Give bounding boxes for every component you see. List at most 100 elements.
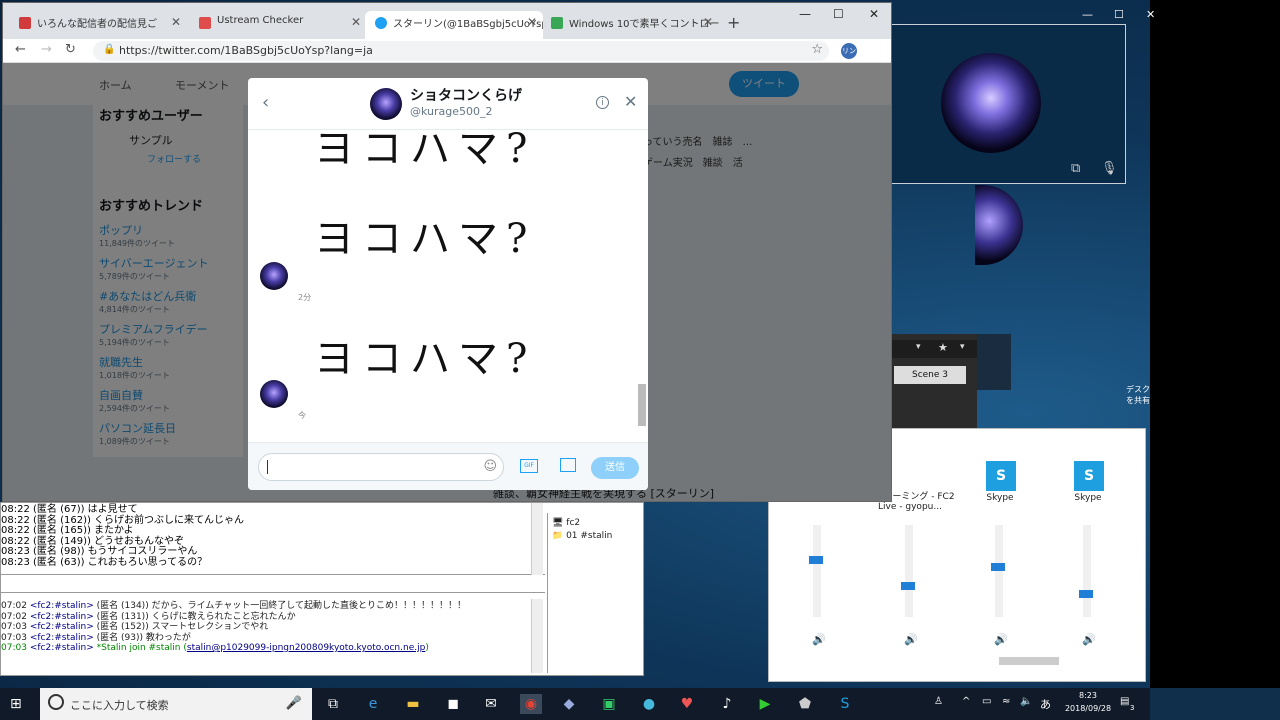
switch-camera-icon[interactable]: ⧉ — [1071, 161, 1080, 176]
app-icon[interactable]: ▣ — [598, 694, 620, 714]
volume-slider-knob[interactable] — [991, 563, 1005, 572]
store-icon[interactable]: ◼ — [442, 694, 464, 714]
new-tab-button[interactable]: + — [727, 13, 740, 32]
chat-input[interactable] — [1, 577, 545, 593]
video-preview-panel: ⧉ 🎙 — [856, 24, 1126, 184]
conversation-scrollbar[interactable] — [636, 134, 646, 434]
shield-icon[interactable]: ⬟ — [794, 694, 816, 714]
file-explorer-icon[interactable]: ▬ — [402, 694, 424, 714]
network-icon[interactable]: ▭ — [982, 696, 991, 707]
task-view-icon[interactable]: ⧉ — [322, 694, 344, 714]
maximize-icon[interactable]: ☐ — [1114, 8, 1124, 21]
windows-start-icon[interactable]: ⊞ — [10, 696, 22, 712]
browser-tab[interactable]: Ustream Checker ✕ — [189, 11, 367, 39]
edge-icon[interactable]: e — [362, 694, 384, 714]
wifi-icon[interactable]: ≈ — [1002, 696, 1010, 707]
taskbar-clock[interactable]: 8:23 2018/09/28 — [1060, 689, 1116, 715]
chrome-icon[interactable]: ◉ — [520, 694, 542, 714]
chat-scrollbar[interactable] — [531, 503, 543, 575]
chat-line: 08:23 (匿名 (98)) もうサイコスリラーやん — [1, 546, 198, 557]
close-tab-icon[interactable]: ✕ — [527, 15, 537, 29]
emoji-icon[interactable]: ☺ — [483, 459, 497, 474]
app-icon[interactable]: ▶ — [754, 694, 776, 714]
chat-app-icon[interactable]: ● — [638, 694, 660, 714]
volume-slider-knob[interactable] — [901, 581, 915, 590]
people-icon[interactable]: ♙ — [934, 696, 943, 707]
share-desktop-label[interactable]: デスク を共有 — [1126, 384, 1152, 406]
reload-icon[interactable]: ↻ — [65, 42, 76, 57]
close-icon[interactable]: ✕ — [1146, 8, 1155, 21]
taskbar: ⊞ ここに入力して検索 🎤 ⧉ e ▬ ◼ ✉ ◉ ◆ ▣ ● ♥ ♪ ▶ ⬟ … — [0, 688, 1150, 720]
taskbar-search[interactable]: ここに入力して検索 🎤 — [40, 688, 312, 720]
browser-tab-active[interactable]: スターリン(@1BaBSgbj5cUoYsp ✕ — [365, 11, 543, 39]
bookmark-star-icon[interactable]: ☆ — [811, 42, 823, 57]
back-icon[interactable]: ← — [15, 42, 26, 57]
conversation-name: ショタコンくらげ — [410, 88, 522, 104]
favicon-icon — [19, 17, 31, 29]
message-timestamp: 2分 — [298, 293, 312, 302]
speaker-icon[interactable]: 🔊 — [994, 633, 1008, 646]
avatar[interactable] — [370, 88, 402, 120]
info-icon[interactable]: i — [596, 96, 609, 109]
irc-chat-window: 08:22 (匿名 (67)) はよ見せて 08:22 (匿名 (162)) くら… — [0, 502, 644, 676]
channel-line: 07:02 <fc2:#stalin> (匿名 (134)) だから、ライムチャ… — [1, 601, 467, 611]
tray-chevron-icon[interactable]: ^ — [962, 696, 970, 707]
star-add-icon[interactable]: ★ — [938, 341, 948, 354]
horizontal-scrollbar[interactable] — [869, 655, 1129, 667]
back-chevron-icon[interactable]: ‹ — [262, 92, 269, 113]
browser-tab[interactable]: Windows 10で素早くコントロー ✕ — [541, 11, 719, 39]
send-button[interactable]: 送信 — [591, 457, 639, 479]
app-icon[interactable]: ◆ — [558, 694, 580, 714]
skype-taskbar-icon[interactable]: S — [834, 694, 856, 714]
address-bar[interactable]: 🔒 https://twitter.com/1BaBSgbj5cUoYsp?la… — [93, 41, 829, 61]
avatar[interactable] — [260, 380, 288, 408]
scene-3-button[interactable]: Scene 3 — [894, 366, 966, 384]
speaker-icon[interactable]: 🔊 — [904, 633, 918, 646]
server-item[interactable]: 🖥 fc2 — [552, 517, 639, 530]
join-line: 07:03 <fc2:#stalin> *Stalin join #stalin… — [1, 643, 429, 653]
volume-track[interactable] — [813, 525, 821, 617]
channel-scrollbar[interactable] — [531, 599, 543, 673]
speaker-icon[interactable]: 🔊 — [1082, 633, 1096, 646]
minimize-icon[interactable]: — — [799, 7, 811, 21]
message-input[interactable]: ☺ — [258, 453, 504, 481]
sticker-message: ヨコハマ? — [314, 216, 536, 262]
microphone-icon[interactable]: 🎤 — [286, 696, 302, 711]
mixer-column: S Skype 🔊 — [1043, 429, 1133, 651]
speaker-icon[interactable]: 🔊 — [812, 633, 826, 646]
dm-header: ‹ ショタコンくらげ @kurage500_2 i ✕ — [248, 78, 648, 130]
volume-track[interactable] — [905, 525, 913, 617]
minimize-icon[interactable]: — — [1082, 8, 1093, 21]
mail-icon[interactable]: ✉ — [480, 694, 502, 714]
notification-icon[interactable]: ▤ — [1120, 696, 1129, 707]
volume-icon[interactable]: 🔈 — [1020, 696, 1032, 707]
dropdown-icon[interactable]: ▾ — [916, 342, 921, 352]
volume-track[interactable] — [1083, 525, 1091, 617]
close-tab-icon[interactable]: ✕ — [351, 15, 361, 29]
close-window-icon[interactable]: ✕ — [869, 7, 879, 21]
clock-date: 2018/09/28 — [1064, 704, 1112, 713]
profile-avatar[interactable]: リン — [841, 43, 857, 59]
volume-slider-knob[interactable] — [809, 555, 823, 564]
lips-app-icon[interactable]: ♥ — [676, 694, 698, 714]
tab-bar: いろんな配信者の配信見ご ✕ Ustream Checker ✕ スターリン(@… — [3, 3, 891, 39]
close-tab-icon[interactable]: ✕ — [171, 15, 181, 29]
maximize-icon[interactable]: ☐ — [833, 7, 844, 21]
browser-tab[interactable]: いろんな配信者の配信見ご ✕ — [9, 11, 187, 39]
forward-icon[interactable]: → — [41, 42, 52, 57]
close-tab-icon[interactable]: ✕ — [703, 15, 713, 29]
conversation: ヨコハマ? ヨコハマ? 2分 ヨコハマ? 今 — [248, 130, 648, 440]
channel-line: 07:03 <fc2:#stalin> (匿名 (93)) 教わったが — [1, 632, 191, 643]
volume-slider-knob[interactable] — [1079, 590, 1093, 598]
mute-mic-icon[interactable]: 🎙 — [1101, 161, 1118, 176]
channel-item[interactable]: 📁 01 #stalin — [552, 530, 639, 543]
chat-line: 08:22 (匿名 (165)) またかよ — [1, 525, 134, 536]
close-icon[interactable]: ✕ — [624, 92, 637, 111]
avatar[interactable] — [260, 262, 288, 290]
dropdown-icon[interactable]: ▾ — [960, 342, 965, 352]
ime-indicator[interactable]: あ — [1040, 696, 1051, 712]
gif-button[interactable]: GIF — [520, 459, 538, 473]
skype-icon: S — [986, 461, 1016, 491]
image-icon[interactable] — [560, 458, 576, 472]
app-icon[interactable]: ♪ — [716, 694, 738, 714]
